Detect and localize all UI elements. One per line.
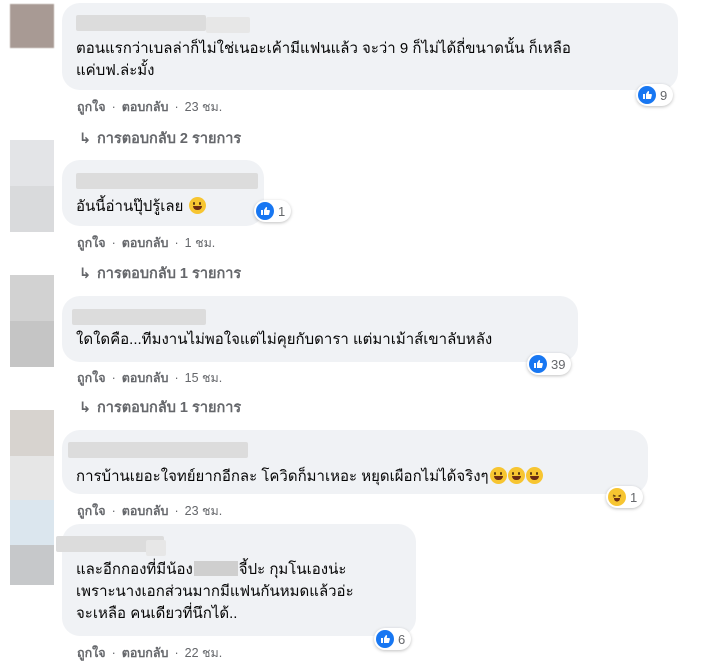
- replies-label: การตอบกลับ 2 รายการ: [97, 131, 242, 147]
- reply-link[interactable]: ตอบกลับ: [122, 100, 169, 114]
- reply-link[interactable]: ตอบกลับ: [122, 236, 169, 250]
- comment-text-line: จี้ปะ กุมโนเองน่ะ: [238, 561, 347, 578]
- view-replies-link[interactable]: ↳ การตอบกลับ 1 รายการ: [79, 396, 241, 419]
- reaction-summary[interactable]: 6: [374, 628, 412, 650]
- timestamp[interactable]: 1 ชม.: [185, 236, 216, 250]
- reply-link[interactable]: ตอบกลับ: [122, 646, 169, 660]
- avatar[interactable]: [10, 410, 54, 456]
- reaction-summary[interactable]: 1: [254, 200, 292, 222]
- haha-icon: [608, 488, 626, 506]
- comment-text: ใดใดคือ...ทีมงานไม่พอใจแต่ไม่คุยกับดารา …: [76, 331, 493, 348]
- commenter-name[interactable]: [76, 173, 258, 189]
- avatar[interactable]: [10, 186, 54, 232]
- avatar[interactable]: [10, 321, 54, 367]
- reaction-summary[interactable]: 1: [606, 486, 644, 508]
- grinning-sweat-emoji-icon: [489, 467, 507, 484]
- like-link[interactable]: ถูกใจ: [77, 646, 106, 660]
- replies-label: การตอบกลับ 1 รายการ: [97, 400, 242, 416]
- reply-arrow-icon: ↳: [79, 400, 92, 416]
- comment-text-line: อันนี้อ่านปุ๊ปรู้เลย: [76, 198, 184, 215]
- view-replies-link[interactable]: ↳ การตอบกลับ 2 รายการ: [79, 127, 241, 150]
- comment-text: และอีกกองที่มีน้อง จี้ปะ กุมโนเองน่ะ: [76, 559, 346, 581]
- like-link[interactable]: ถูกใจ: [77, 504, 106, 518]
- commenter-name[interactable]: [72, 309, 206, 325]
- grinning-sweat-emoji-icon: [507, 467, 525, 484]
- reply-arrow-icon: ↳: [79, 131, 92, 147]
- view-replies-link[interactable]: ↳ การตอบกลับ 1 รายการ: [79, 262, 241, 285]
- comment-text: แค่บฟ.ล่ะมั้ง: [76, 62, 155, 79]
- like-icon: [638, 86, 656, 104]
- comment-text: ตอนแรกว่าเบลล่าก็ไม่ใช่เนอะเค้ามีแฟนแล้ว…: [76, 40, 571, 57]
- like-link[interactable]: ถูกใจ: [77, 236, 106, 250]
- reaction-summary[interactable]: 39: [527, 353, 572, 375]
- grinning-emoji-icon: [188, 197, 206, 214]
- comment-actions: ถูกใจ · ตอบกลับ · 23 ชม.: [77, 100, 223, 114]
- reply-arrow-icon: ↳: [79, 266, 92, 282]
- comment-actions: ถูกใจ · ตอบกลับ · 23 ชม.: [77, 504, 223, 518]
- comment-text-line: และอีกกองที่มีน้อง: [76, 561, 193, 578]
- commenter-name[interactable]: [146, 540, 166, 556]
- comment-bubble: ตอนแรกว่าเบลล่าก็ไม่ใช่เนอะเค้ามีแฟนแล้ว…: [62, 3, 678, 90]
- timestamp[interactable]: 15 ชม.: [185, 371, 223, 385]
- commenter-name[interactable]: [206, 17, 250, 33]
- commenter-name[interactable]: [76, 15, 206, 31]
- like-icon: [529, 355, 547, 373]
- comment-bubble: การบ้านเยอะใจทย์ยากอีกละ โควิดก็มาเหอะ ห…: [62, 430, 648, 494]
- reaction-summary[interactable]: 9: [636, 84, 674, 106]
- reply-link[interactable]: ตอบกลับ: [122, 504, 169, 518]
- comment-text: จะเหลือ คนเดียวที่นึกได้..: [76, 605, 238, 622]
- avatar[interactable]: [10, 4, 54, 48]
- reply-link[interactable]: ตอบกลับ: [122, 371, 169, 385]
- like-link[interactable]: ถูกใจ: [77, 371, 106, 385]
- censored-name-block: [193, 561, 238, 576]
- reaction-count: 1: [630, 489, 638, 505]
- comment-actions: ถูกใจ · ตอบกลับ · 22 ชม.: [77, 646, 223, 660]
- commenter-name[interactable]: [68, 442, 248, 458]
- avatar[interactable]: [10, 140, 54, 186]
- reaction-count: 1: [278, 203, 286, 219]
- comment-actions: ถูกใจ · ตอบกลับ · 1 ชม.: [77, 236, 216, 250]
- reaction-count: 9: [660, 87, 668, 103]
- timestamp[interactable]: 23 ชม.: [185, 504, 223, 518]
- timestamp[interactable]: 23 ชม.: [185, 100, 223, 114]
- like-link[interactable]: ถูกใจ: [77, 100, 106, 114]
- comment-bubble: อันนี้อ่านปุ๊ปรู้เลย: [62, 160, 264, 226]
- avatar[interactable]: [10, 456, 54, 500]
- grinning-sweat-emoji-icon: [525, 467, 543, 484]
- comment-text: การบ้านเยอะใจทย์ยากอีกละ โควิดก็มาเหอะ ห…: [76, 466, 543, 488]
- avatar[interactable]: [10, 545, 54, 585]
- like-icon: [376, 630, 394, 648]
- comment-bubble: ใดใดคือ...ทีมงานไม่พอใจแต่ไม่คุยกับดารา …: [62, 296, 578, 362]
- comment-text: เพราะนางเอกส่วนมากมีแฟนกันหมดแล้วอ่ะ: [76, 583, 354, 600]
- reaction-count: 6: [398, 631, 406, 647]
- timestamp[interactable]: 22 ชม.: [185, 646, 223, 660]
- comment-text-line: การบ้านเยอะใจทย์ยากอีกละ โควิดก็มาเหอะ ห…: [76, 468, 489, 485]
- avatar[interactable]: [10, 500, 54, 545]
- like-icon: [256, 202, 274, 220]
- replies-label: การตอบกลับ 1 รายการ: [97, 266, 242, 282]
- avatar[interactable]: [10, 275, 54, 321]
- reaction-count: 39: [551, 356, 566, 372]
- comment-text: อันนี้อ่านปุ๊ปรู้เลย: [76, 196, 206, 218]
- comment-bubble: และอีกกองที่มีน้อง จี้ปะ กุมโนเองน่ะ เพรา…: [56, 524, 416, 636]
- comment-actions: ถูกใจ · ตอบกลับ · 15 ชม.: [77, 371, 223, 385]
